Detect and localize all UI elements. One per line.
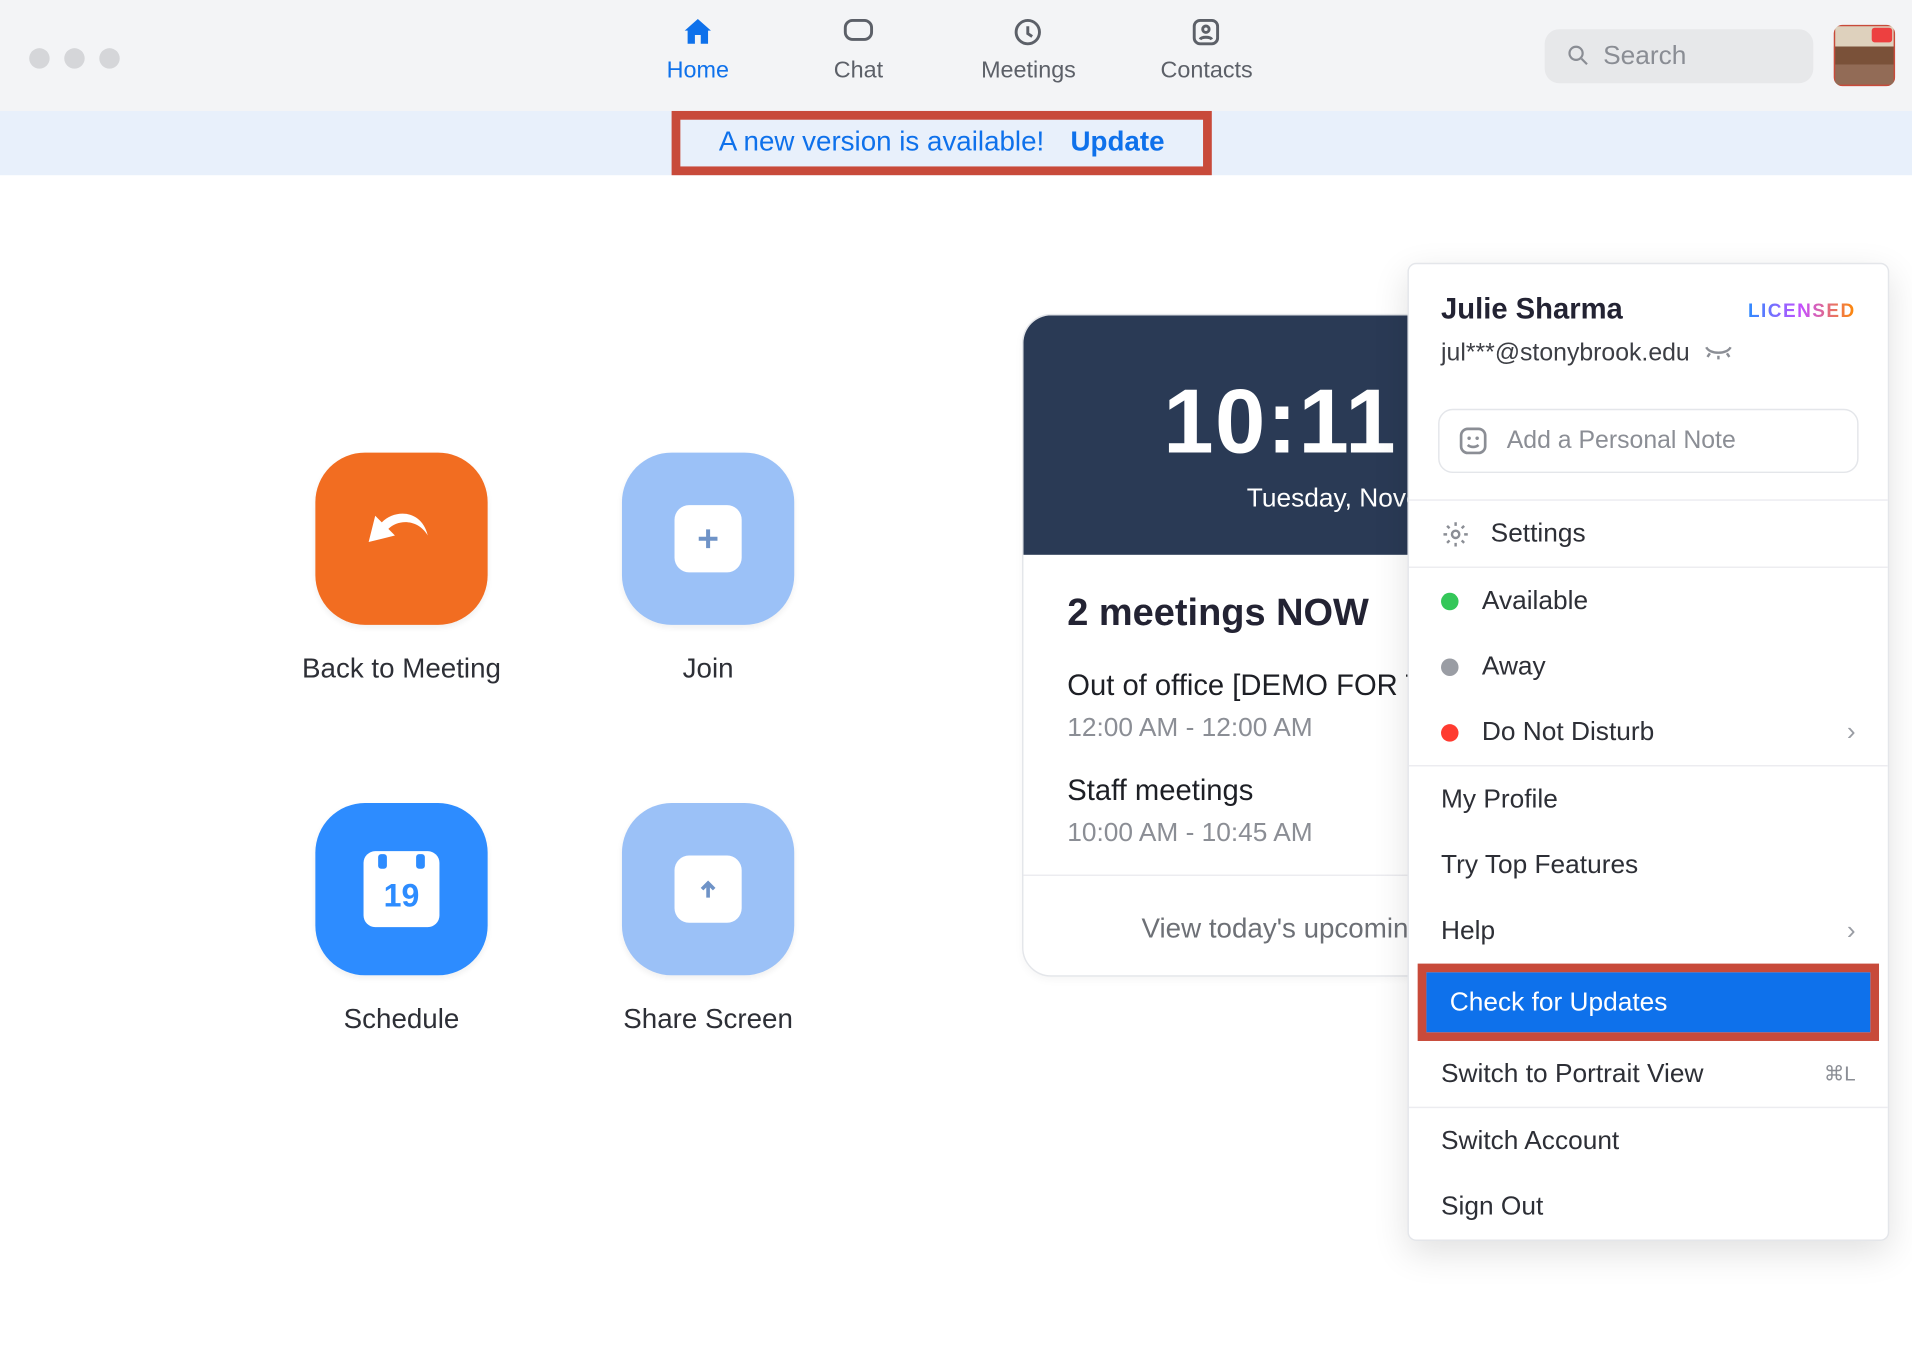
annotation-highlight — [1834, 25, 1895, 86]
tab-home[interactable]: Home — [660, 15, 736, 85]
close-window-dot[interactable] — [29, 48, 49, 68]
profile-avatar[interactable] — [1834, 25, 1895, 86]
status-dot-green — [1441, 592, 1459, 610]
back-arrow-icon — [315, 453, 487, 625]
tab-chat[interactable]: Chat — [820, 15, 896, 85]
tab-label: Contacts — [1161, 58, 1253, 84]
status-dot-gray — [1441, 658, 1459, 676]
keyboard-shortcut: ⌘L — [1824, 1061, 1856, 1086]
nav-tabs: Home Chat Meetings — [660, 0, 1253, 111]
tile-label: Back to Meeting — [302, 654, 501, 686]
chevron-right-icon: › — [1847, 717, 1856, 748]
chevron-right-icon: › — [1847, 915, 1856, 946]
tab-label: Meetings — [981, 58, 1076, 84]
search-icon — [1565, 42, 1591, 68]
profile-name: Julie Sharma — [1441, 293, 1623, 327]
window-controls — [29, 48, 120, 68]
menu-settings[interactable]: Settings — [1409, 501, 1888, 567]
profile-popover: Julie Sharma LICENSED jul***@stonybrook.… — [1407, 263, 1889, 1241]
tile-label: Join — [683, 654, 734, 686]
tile-schedule[interactable]: 19 Schedule — [248, 803, 555, 1037]
tab-contacts[interactable]: Contacts — [1161, 15, 1253, 85]
action-tiles: Back to Meeting Join 19 — [248, 453, 861, 1037]
clock-icon — [1011, 15, 1046, 50]
menu-sign-out[interactable]: Sign Out — [1409, 1174, 1888, 1240]
status-away[interactable]: Away — [1409, 634, 1888, 700]
note-placeholder: Add a Personal Note — [1507, 426, 1736, 455]
menu-switch-account[interactable]: Switch Account — [1409, 1108, 1888, 1174]
personal-note-input[interactable]: Add a Personal Note — [1438, 409, 1858, 473]
contacts-icon — [1189, 15, 1224, 50]
calendar-day: 19 — [384, 866, 420, 927]
profile-email: jul***@stonybrook.edu — [1441, 339, 1690, 368]
update-link[interactable]: Update — [1070, 127, 1164, 159]
tile-label: Schedule — [344, 1004, 460, 1036]
menu-top-features[interactable]: Try Top Features — [1409, 832, 1888, 898]
menu-help[interactable]: Help › — [1409, 898, 1888, 964]
upload-icon — [622, 803, 794, 975]
topbar: Home Chat Meetings — [0, 0, 1912, 111]
update-banner: A new version is available! Update — [0, 111, 1912, 175]
annotation-highlight: Check for Updates — [1418, 964, 1879, 1041]
main-content: Back to Meeting Join 19 — [0, 175, 1912, 1358]
status-dnd[interactable]: Do Not Disturb › — [1409, 699, 1888, 765]
tile-join[interactable]: Join — [555, 453, 862, 687]
license-badge: LICENSED — [1748, 299, 1856, 321]
zoom-window: Home Chat Meetings — [0, 0, 1912, 1358]
minimize-window-dot[interactable] — [64, 48, 84, 68]
fullscreen-window-dot[interactable] — [99, 48, 119, 68]
tab-label: Chat — [834, 58, 883, 84]
tile-back-to-meeting[interactable]: Back to Meeting — [248, 453, 555, 687]
status-available[interactable]: Available — [1409, 568, 1888, 634]
banner-message: A new version is available! — [719, 127, 1044, 159]
annotation-highlight: A new version is available! Update — [672, 111, 1212, 175]
tab-meetings[interactable]: Meetings — [981, 15, 1076, 85]
menu-check-updates[interactable]: Check for Updates — [1426, 972, 1870, 1032]
tab-label: Home — [667, 58, 729, 84]
search-input[interactable]: Search — [1545, 28, 1814, 82]
topbar-right: Search — [1545, 25, 1895, 86]
chat-icon — [841, 15, 876, 50]
tile-share-screen[interactable]: Share Screen — [555, 803, 862, 1037]
home-icon — [680, 15, 715, 50]
menu-my-profile[interactable]: My Profile — [1409, 767, 1888, 833]
calendar-icon: 19 — [315, 803, 487, 975]
gear-icon — [1441, 519, 1470, 548]
search-placeholder: Search — [1603, 40, 1686, 71]
tile-label: Share Screen — [623, 1004, 793, 1036]
eye-closed-icon[interactable] — [1704, 343, 1733, 363]
status-dot-red — [1441, 723, 1459, 741]
profile-header: Julie Sharma LICENSED jul***@stonybrook.… — [1409, 264, 1888, 388]
emoji-icon — [1457, 425, 1489, 457]
plus-icon — [622, 453, 794, 625]
menu-switch-view[interactable]: Switch to Portrait View ⌘L — [1409, 1041, 1888, 1107]
